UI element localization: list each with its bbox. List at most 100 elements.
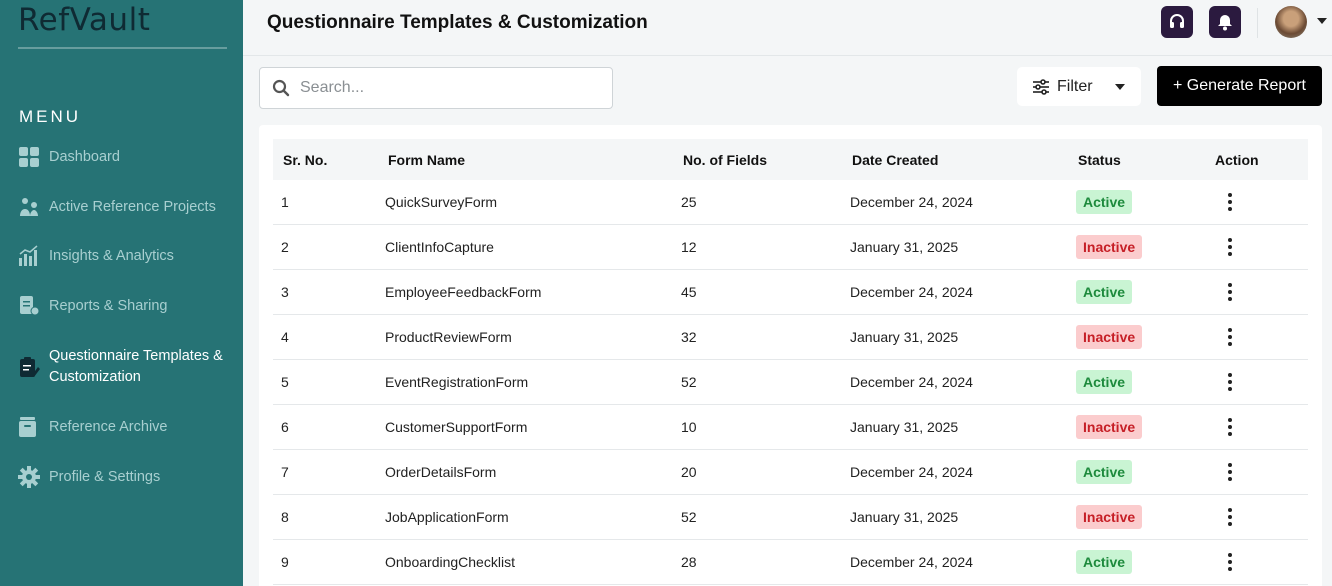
sidebar-item-profile-settings[interactable]: Profile & Settings — [18, 466, 160, 488]
fields-cell: 25 — [681, 194, 697, 210]
sidebar-item-dashboard[interactable]: Dashboard — [18, 146, 120, 168]
bar-chart-icon — [18, 245, 40, 267]
sidebar-item-label: Profile & Settings — [49, 469, 161, 485]
sidebar-item-label: Reference Archive — [49, 419, 168, 435]
support-button[interactable] — [1161, 6, 1193, 38]
search-input[interactable] — [300, 79, 580, 97]
table-row[interactable]: 3 EmployeeFeedbackForm 45 December 24, 2024… — [273, 270, 1308, 315]
more-options-icon[interactable] — [1223, 506, 1237, 528]
sidebar-item-label: Active Reference Projects — [49, 199, 216, 215]
menu-label: MENU — [19, 107, 82, 126]
chevron-down-icon — [1115, 84, 1125, 90]
status-badge: Active — [1076, 280, 1133, 304]
sr-no-cell: 1 — [281, 194, 289, 210]
more-options-icon[interactable] — [1223, 191, 1237, 213]
sidebar-item-reference-archive[interactable]: Reference Archive — [18, 416, 167, 438]
form-name-cell: JobApplicationForm — [385, 509, 509, 525]
sidebar-item-label: Dashboard — [49, 149, 120, 165]
date-created-cell: January 31, 2025 — [850, 239, 959, 255]
more-options-icon[interactable] — [1223, 551, 1237, 573]
table-row[interactable]: 9 OnboardingChecklist 28 December 24, 2024 A… — [273, 540, 1308, 585]
app-logo[interactable]: RefVault — [18, 2, 150, 38]
sidebar-item-label: Reports & Sharing — [49, 298, 168, 314]
sidebar-item-insights-analytics[interactable]: Insights & Analytics — [18, 245, 174, 267]
sidebar-item-active-reference-projects[interactable]: Active Reference Projects — [18, 196, 216, 218]
fields-cell: 12 — [681, 239, 697, 255]
more-options-icon[interactable] — [1223, 416, 1237, 438]
header-divider-line — [243, 55, 1332, 56]
fields-cell: 52 — [681, 509, 697, 525]
fields-cell: 20 — [681, 464, 697, 480]
generate-report-button[interactable]: + Generate Report — [1157, 66, 1322, 106]
status-badge: Inactive — [1076, 235, 1143, 259]
date-created-cell: December 24, 2024 — [850, 284, 973, 300]
form-name-cell: ProductReviewForm — [385, 329, 512, 345]
sr-no-cell: 3 — [281, 284, 289, 300]
people-network-icon — [18, 196, 40, 218]
date-created-cell: December 24, 2024 — [850, 194, 973, 210]
form-name-cell: CustomerSupportForm — [385, 419, 528, 435]
sidebar-item-reports-sharing[interactable]: Reports & Sharing — [18, 295, 167, 317]
sidebar-item-label: Questionnaire Templates & Customization — [49, 348, 223, 385]
sidebar-item-questionnaire-templates[interactable]: Questionnaire Templates & Customization — [18, 346, 229, 388]
column-header-action: Action — [1215, 152, 1259, 168]
headset-icon — [1168, 13, 1186, 31]
more-options-icon[interactable] — [1223, 461, 1237, 483]
column-header-sr-no: Sr. No. — [283, 152, 328, 168]
form-name-cell: OnboardingChecklist — [385, 554, 515, 570]
sr-no-cell: 6 — [281, 419, 289, 435]
more-options-icon[interactable] — [1223, 326, 1237, 348]
sr-no-cell: 5 — [281, 374, 289, 390]
dashboard-grid-icon — [18, 146, 40, 168]
clipboard-edit-icon — [18, 356, 40, 378]
table-row[interactable]: 2 ClientInfoCapture 12 January 31, 2025 Inac… — [273, 225, 1308, 270]
table-row[interactable]: 7 OrderDetailsForm 20 December 24, 2024 Acti… — [273, 450, 1308, 495]
gear-icon — [18, 466, 40, 488]
sr-no-cell: 2 — [281, 239, 289, 255]
status-badge: Active — [1076, 190, 1133, 214]
avatar[interactable] — [1275, 6, 1307, 38]
search-icon — [272, 79, 290, 97]
logo-divider — [18, 47, 227, 49]
fields-cell: 32 — [681, 329, 697, 345]
column-header-date-created: Date Created — [852, 152, 939, 168]
column-header-form-name: Form Name — [388, 152, 466, 168]
date-created-cell: January 31, 2025 — [850, 509, 959, 525]
sidebar: RefVault MENU Dashboard Active Reference… — [0, 0, 243, 586]
date-created-cell: December 24, 2024 — [850, 374, 973, 390]
sidebar-item-label: Insights & Analytics — [49, 248, 174, 264]
form-name-cell: EventRegistrationForm — [385, 374, 529, 390]
date-created-cell: January 31, 2025 — [850, 329, 959, 345]
search-box — [259, 67, 613, 109]
status-badge: Active — [1076, 550, 1133, 574]
more-options-icon[interactable] — [1223, 281, 1237, 303]
status-badge: Inactive — [1076, 325, 1143, 349]
page-title: Questionnaire Templates & Customization — [267, 12, 648, 33]
column-header-status: Status — [1078, 152, 1121, 168]
chevron-down-icon[interactable] — [1317, 18, 1327, 24]
header-divider — [1257, 8, 1258, 38]
date-created-cell: January 31, 2025 — [850, 419, 959, 435]
notifications-button[interactable] — [1209, 6, 1241, 38]
sr-no-cell: 8 — [281, 509, 289, 525]
table-row[interactable]: 6 CustomerSupportForm 10 January 31, 2025 In… — [273, 405, 1308, 450]
table-row[interactable]: 4 ProductReviewForm 32 January 31, 2025 Inac… — [273, 315, 1308, 360]
status-badge: Active — [1076, 370, 1133, 394]
status-badge: Inactive — [1076, 505, 1143, 529]
fields-cell: 10 — [681, 419, 697, 435]
fields-cell: 28 — [681, 554, 697, 570]
form-name-cell: QuickSurveyForm — [385, 194, 498, 210]
form-name-cell: EmployeeFeedbackForm — [385, 284, 542, 300]
bell-icon — [1216, 13, 1234, 31]
filter-button[interactable]: Filter — [1017, 67, 1141, 106]
filter-label: Filter — [1057, 77, 1093, 95]
table-row[interactable]: 1 QuickSurveyForm 25 December 24, 2024 Activ… — [273, 180, 1308, 225]
table-row[interactable]: 8 JobApplicationForm 52 January 31, 2025 Ina… — [273, 495, 1308, 540]
column-header-fields: No. of Fields — [683, 152, 767, 168]
table-row[interactable]: 5 EventRegistrationForm 52 December 24, 202… — [273, 360, 1308, 405]
more-options-icon[interactable] — [1223, 236, 1237, 258]
archive-box-icon — [18, 416, 40, 438]
more-options-icon[interactable] — [1223, 371, 1237, 393]
date-created-cell: December 24, 2024 — [850, 554, 973, 570]
sliders-icon — [1032, 78, 1050, 95]
